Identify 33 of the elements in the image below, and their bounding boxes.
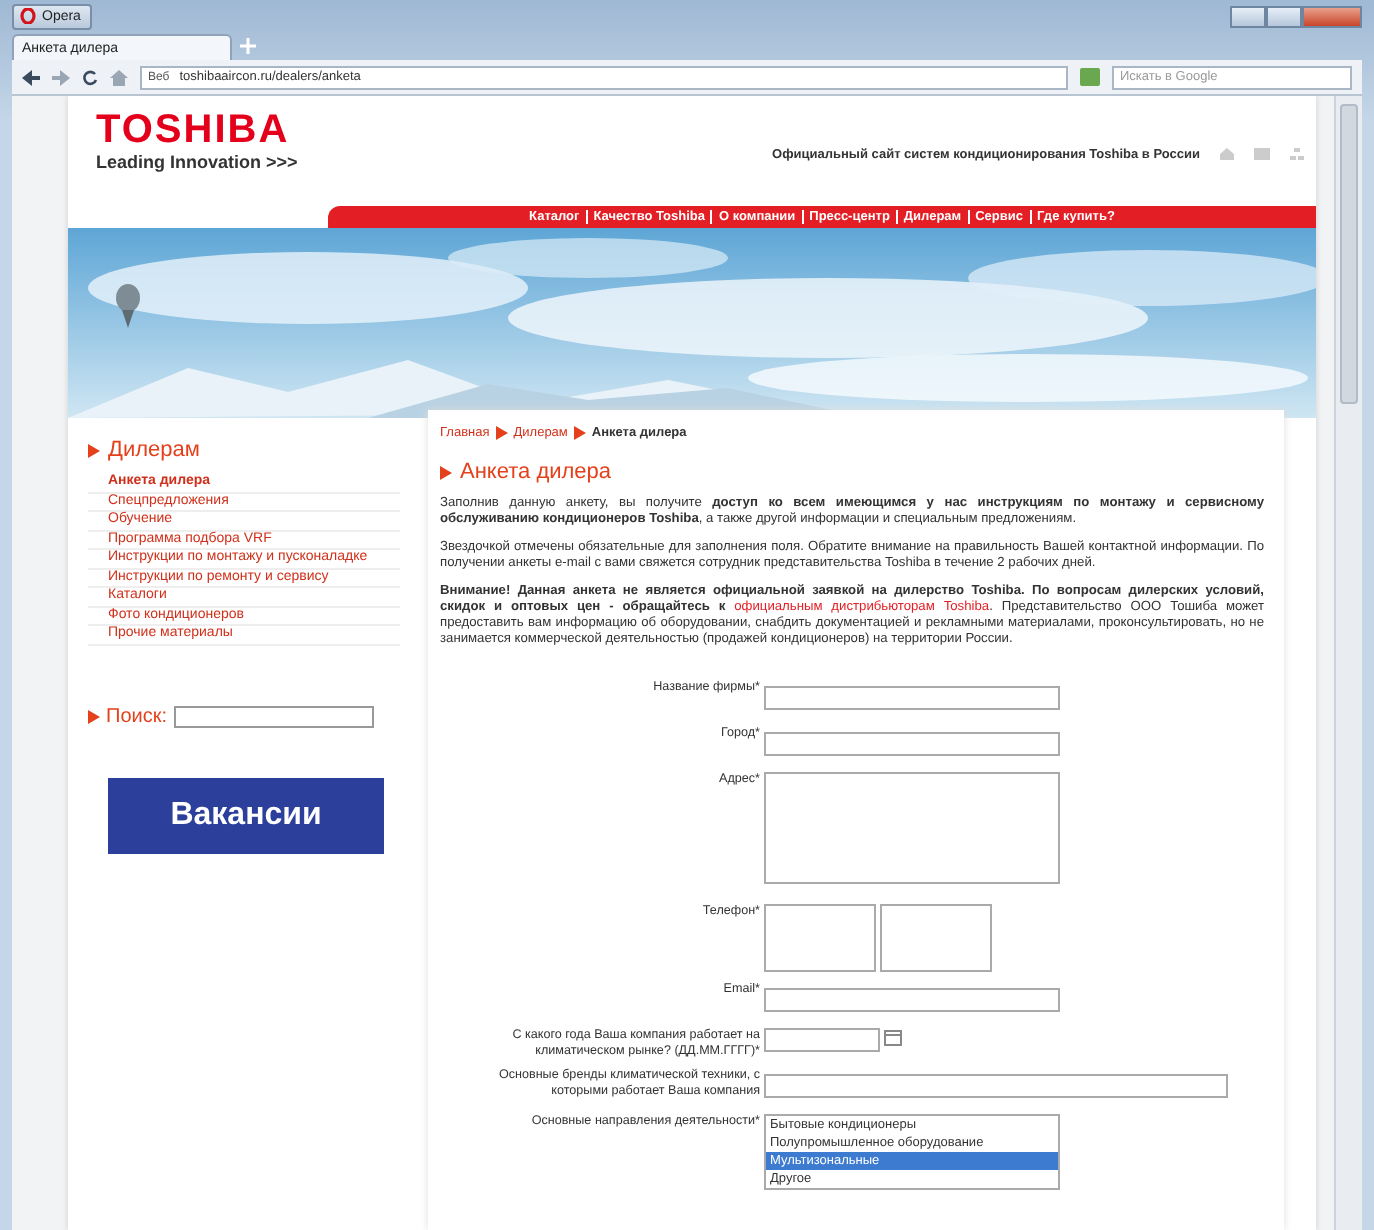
scrollbar-thumb[interactable] [1340,104,1358,404]
input-field[interactable] [764,731,1060,755]
close-button[interactable] [1302,5,1362,27]
minimize-button[interactable] [1230,5,1266,27]
home-icon[interactable] [1220,148,1234,160]
input-field[interactable] [764,1073,1228,1097]
reload-icon[interactable] [82,69,98,85]
back-icon[interactable] [22,69,40,85]
search-label: Поиск: [106,705,167,727]
phone-field[interactable] [880,904,992,972]
arrow-icon [88,443,100,457]
arrow-icon [88,709,100,723]
vacancies-button[interactable]: Вакансии [108,777,384,853]
arrow-icon [573,426,586,440]
section-title: Дилерам [108,438,200,462]
arrow-icon [440,465,452,479]
calendar-icon[interactable] [884,1028,902,1046]
search-field[interactable] [173,705,373,727]
home-icon[interactable] [110,69,128,85]
arrow-icon [495,426,508,440]
opera-logo-icon [20,8,36,24]
logo: TOSHIBA [96,108,292,152]
input-field[interactable] [764,685,1060,709]
forward-icon[interactable] [52,69,70,85]
input-field[interactable] [764,987,1060,1011]
maximize-button[interactable] [1266,5,1302,27]
tagline: Leading Innovation >>> [96,152,298,172]
phone-field[interactable] [764,904,876,972]
date-field[interactable] [764,1028,880,1052]
plus-icon[interactable] [240,38,256,54]
address-field[interactable] [764,772,1060,884]
sitemap-icon[interactable] [1290,148,1304,160]
page-heading: Анкета дилера [460,460,612,484]
